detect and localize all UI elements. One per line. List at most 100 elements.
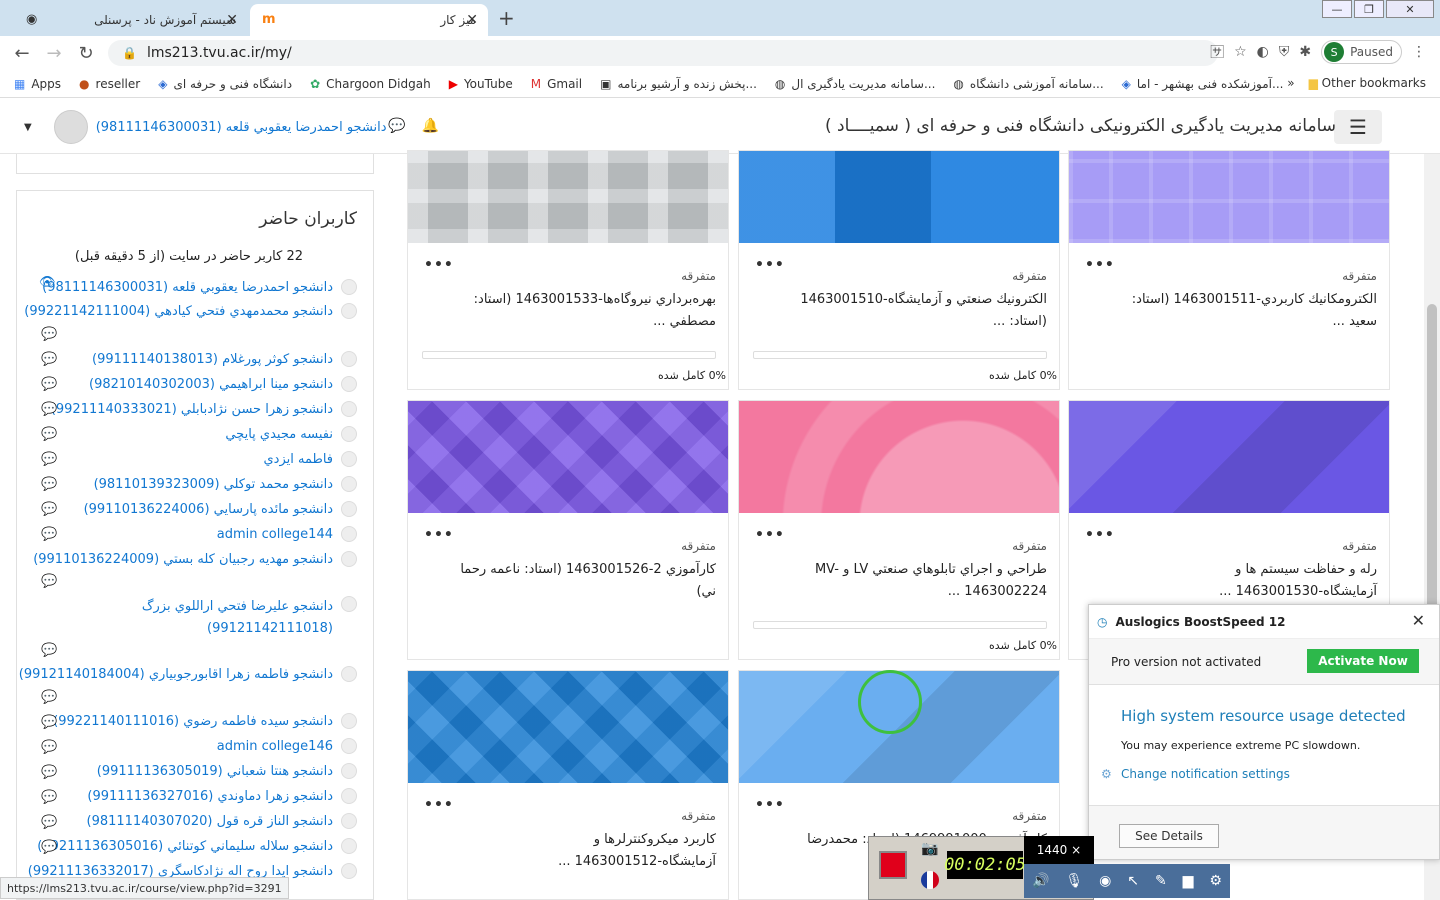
message-icon[interactable]: 💬: [41, 527, 57, 542]
more-options-button[interactable]: •••: [1085, 527, 1115, 543]
star-icon[interactable]: ☆: [1234, 44, 1247, 60]
list-item[interactable]: دانشجو زهرا حسن نژادبابلي (9921114033302…: [51, 401, 357, 417]
maximize-button[interactable]: ❐: [1354, 0, 1384, 18]
message-icon[interactable]: 💬: [41, 502, 57, 517]
activate-now-button[interactable]: Activate Now: [1307, 649, 1419, 673]
more-options-button[interactable]: •••: [755, 257, 785, 273]
message-icon[interactable]: 💬: [41, 790, 57, 805]
message-icon[interactable]: 💬: [41, 765, 57, 780]
more-options-button[interactable]: •••: [755, 527, 785, 543]
message-icon[interactable]: 💬: [41, 427, 57, 442]
pen-icon[interactable]: ✎: [1155, 873, 1167, 889]
user-link[interactable]: دانشجو عليرضا فتحي اراللوي بزرگ (9912114…: [137, 596, 333, 640]
course-title[interactable]: طراحي و اجراي تابلوهاي صنعتي LV و MV-146…: [787, 559, 1047, 603]
list-item[interactable]: دانشجو احمدرضا يعقوبي قلعه (981111463000…: [42, 279, 357, 295]
course-title[interactable]: الکترونيك صنعتي و آزمايشگاه-1463001510 (…: [787, 289, 1047, 333]
course-title[interactable]: کاربرد ميکروکنترلرها و آزمايشگاه-1463001…: [456, 829, 716, 873]
close-icon[interactable]: ✕: [466, 12, 478, 28]
folder-icon[interactable]: ▆: [1183, 873, 1194, 889]
message-icon[interactable]: 💬: [41, 643, 57, 658]
message-icon[interactable]: 💬: [41, 690, 57, 705]
message-icon[interactable]: 💬: [41, 352, 57, 367]
bookmark-chargoon[interactable]: ✿ Chargoon Didgah: [310, 77, 431, 91]
course-title[interactable]: الکترومکانيك کاربردي-1463001511 (استاد: …: [1117, 289, 1377, 333]
user-link[interactable]: admin college144: [217, 527, 333, 542]
user-link[interactable]: admin college146: [217, 739, 333, 754]
chevron-down-icon[interactable]: ▼: [24, 122, 32, 133]
bookmark-live[interactable]: ▣ پخش زنده و آرشیو برنامه...: [600, 77, 757, 91]
bookmark-apps[interactable]: ▦ Apps: [14, 77, 61, 91]
user-link[interactable]: دانشجو مائده پارسايي (99110136224006): [84, 502, 333, 517]
bookmark-edu[interactable]: ◍ سامانه آموزشی دانشگاه...: [953, 77, 1103, 91]
bookmark-behshahr[interactable]: ◈ آموزشکده فنی بهشهر - اما...: [1122, 77, 1284, 91]
message-icon[interactable]: 💬: [41, 740, 57, 755]
list-item[interactable]: دانشجو سيده فاطمه رضوي (99221140111016): [53, 713, 357, 729]
message-icon[interactable]: 💬: [41, 840, 57, 855]
reload-icon[interactable]: ↻: [70, 43, 102, 64]
course-title[interactable]: کارآموزي 2-1463001526 (استاد: ناعمه رحما…: [456, 559, 716, 603]
list-item[interactable]: دانشجو مهديه رجبيان كله بستي (9911013622…: [33, 551, 357, 567]
pointer-icon[interactable]: ↖: [1127, 873, 1139, 889]
list-item[interactable]: دانشجو فاطمه زهرا اقابورجوبياري (9912114…: [19, 666, 357, 682]
forward-icon[interactable]: →: [38, 43, 70, 64]
message-icon[interactable]: 💬: [41, 402, 57, 417]
user-link[interactable]: دانشجو محمدمهدي فتحي كيادهي (99221142111…: [24, 304, 333, 319]
course-title[interactable]: بهره‌برداري نيروگاه‌ها-1463001533 (استاد…: [456, 289, 716, 333]
list-item[interactable]: دانشجو هنتا شعباني (99111136305019): [97, 763, 357, 779]
microphone-icon[interactable]: 🎙: [1065, 873, 1083, 889]
bookmark-reseller[interactable]: ● reseller: [79, 77, 140, 91]
user-link[interactable]: فاطمه ايزدي: [263, 452, 333, 467]
course-title[interactable]: رله و حفاظت سيستم ها و آزمايشگاه-1463001…: [1117, 559, 1377, 603]
list-item[interactable]: دانشجو الناز قره قول (98111140307020): [86, 813, 357, 829]
course-image[interactable]: [1069, 401, 1389, 513]
course-image[interactable]: [739, 151, 1059, 243]
course-image[interactable]: [408, 401, 728, 513]
course-image[interactable]: [1069, 151, 1389, 243]
course-card[interactable]: متفرقه ••• کاربرد ميکروکنترلرها و آزمايشگا…: [407, 670, 729, 900]
other-bookmarks[interactable]: ▆ Other bookmarks: [1309, 76, 1426, 90]
messages-icon[interactable]: 💬: [388, 118, 405, 134]
puzzle-icon[interactable]: ✱: [1299, 44, 1311, 60]
bookmark-youtube[interactable]: ▶ YouTube: [449, 77, 513, 91]
list-item[interactable]: admin college144: [217, 526, 357, 542]
message-icon[interactable]: 💬: [41, 815, 57, 830]
list-item[interactable]: دانشجو محمدمهدي فتحي كيادهي (99221142111…: [24, 303, 357, 319]
list-item[interactable]: دانشجو محمد توكلي (98110139323009): [94, 476, 357, 492]
gear-icon[interactable]: ⚙: [1209, 873, 1222, 889]
camera-icon[interactable]: 📷: [921, 841, 938, 857]
more-options-button[interactable]: •••: [424, 257, 454, 273]
close-icon[interactable]: ✕: [226, 12, 238, 28]
bookmark-gmail[interactable]: M Gmail: [531, 77, 582, 91]
stop-record-button[interactable]: [879, 851, 907, 879]
shield-icon[interactable]: ⛨: [1279, 44, 1290, 60]
message-icon[interactable]: 💬: [41, 477, 57, 492]
tab-nad[interactable]: ◉ سیستم آموزش ناد - پرسنلی ✕: [14, 4, 248, 36]
user-link[interactable]: دانشجو زهرا دماوندي (99111136327016): [87, 789, 333, 804]
user-link[interactable]: نفيسه مجيدي پايچي: [225, 427, 333, 442]
eye-icon[interactable]: 👁: [39, 275, 56, 290]
more-bookmarks-button[interactable]: »: [1287, 76, 1294, 90]
course-card[interactable]: متفرقه ••• بهره‌برداري نيروگاه‌ها-14630015…: [407, 150, 729, 390]
bell-icon[interactable]: 🔔: [421, 118, 438, 134]
profile-button[interactable]: S Paused: [1321, 40, 1402, 64]
list-item[interactable]: دانشجو مينا ابراهيمي (98210140302003): [89, 376, 357, 392]
list-item[interactable]: دانشجو كوثر پورغلام (99111140138013): [92, 351, 357, 367]
list-item[interactable]: دانشجو عليرضا فتحي اراللوي بزرگ (9912114…: [137, 596, 357, 640]
list-item[interactable]: دانشجو سلاله سليماني كوتنائي (9921113630…: [37, 838, 357, 854]
user-name[interactable]: دانشجو احمدرضا يعقوبي قلعه (981111463000…: [96, 120, 387, 135]
course-image[interactable]: [408, 671, 728, 783]
hamburger-menu-button[interactable]: ☰: [1334, 110, 1382, 144]
user-link[interactable]: دانشجو فاطمه زهرا اقابورجوبياري (9912114…: [19, 667, 333, 682]
message-icon[interactable]: 💬: [41, 377, 57, 392]
user-link[interactable]: دانشجو الناز قره قول (98111140307020): [86, 814, 333, 829]
user-link[interactable]: دانشجو مينا ابراهيمي (98210140302003): [89, 377, 333, 392]
list-item[interactable]: نفيسه مجيدي پايچي: [225, 426, 357, 442]
minimize-button[interactable]: —: [1322, 0, 1352, 18]
course-card[interactable]: متفرقه ••• الکترونيك صنعتي و آزمايشگاه-146…: [738, 150, 1060, 390]
message-icon[interactable]: 💬: [41, 452, 57, 467]
user-link[interactable]: دانشجو هنتا شعباني (99111136305019): [97, 764, 333, 779]
more-options-button[interactable]: •••: [424, 797, 454, 813]
list-item[interactable]: دانشجو زهرا دماوندي (99111136327016): [87, 788, 357, 804]
user-link[interactable]: دانشجو احمدرضا يعقوبي قلعه (981111463000…: [42, 280, 333, 295]
notification-settings-link[interactable]: ⚙ Change notification settings: [1101, 767, 1290, 781]
